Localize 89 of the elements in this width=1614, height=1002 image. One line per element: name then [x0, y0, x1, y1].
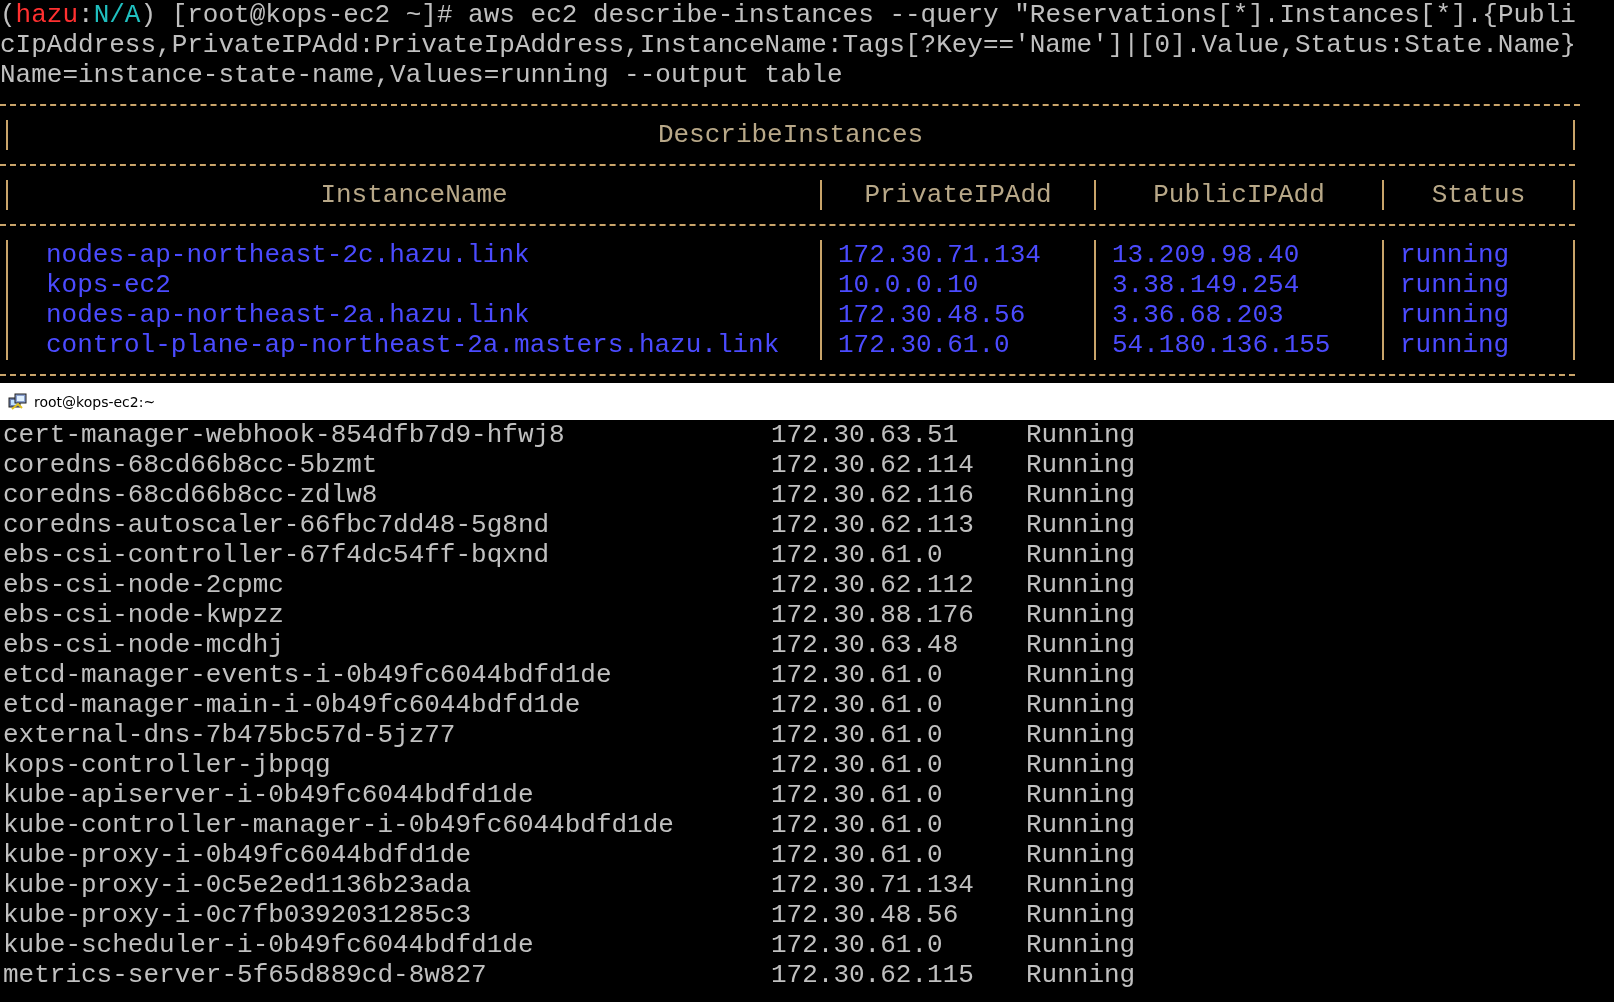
- pod-name: ebs-csi-node-2cpmc: [3, 570, 285, 600]
- pod-status: Running: [1026, 450, 1137, 480]
- window-title: root@kops-ec2:~: [34, 392, 156, 412]
- column-header: PublicIPAdd: [1153, 180, 1325, 210]
- pod-ip: 172.30.61.0: [771, 930, 944, 960]
- pod-name: kube-proxy-i-0c7fb0392031285c3: [3, 900, 473, 930]
- pod-name: coredns-68cd66b8cc-zdlw8: [3, 480, 379, 510]
- table-cell: running: [1400, 270, 1510, 300]
- table-cell: 13.209.98.40: [1112, 240, 1300, 270]
- pod-ip: 172.30.61.0: [771, 840, 944, 870]
- pod-name: coredns-68cd66b8cc-5bzmt: [3, 450, 379, 480]
- pod-ip: 172.30.61.0: [771, 720, 944, 750]
- pod-name: kube-controller-manager-i-0b49fc6044bdfd1de: [3, 810, 675, 840]
- table-cell: 172.30.48.56: [838, 300, 1026, 330]
- pod-name: ebs-csi-node-kwpzz: [3, 600, 285, 630]
- prompt-paren: ): [140, 0, 157, 30]
- pod-name: metrics-server-5f65d889cd-8w827: [3, 960, 488, 990]
- table-cell: nodes-ap-northeast-2c.hazu.link: [46, 240, 530, 270]
- table-cell: running: [1400, 300, 1510, 330]
- pod-ip: 172.30.61.0: [771, 690, 944, 720]
- pod-name: coredns-autoscaler-66fbc7dd48-5g8nd: [3, 510, 551, 540]
- column-header: InstanceName: [320, 180, 508, 210]
- pod-name: kube-proxy-i-0c5e2ed1136b23ada: [3, 870, 473, 900]
- pod-status: Running: [1026, 810, 1137, 840]
- column-header: Status: [1431, 180, 1526, 210]
- prompt-paren: (: [0, 0, 16, 30]
- pod-ip: 172.30.71.134: [771, 870, 975, 900]
- pod-name: cert-manager-webhook-854dfb7d9-hfwj8: [3, 420, 566, 450]
- table-cell: 3.36.68.203: [1112, 300, 1284, 330]
- pod-status: Running: [1026, 600, 1137, 630]
- prompt-separator: :: [78, 0, 94, 30]
- table-cell: 54.180.136.155: [1112, 330, 1331, 360]
- pod-status: Running: [1026, 720, 1137, 750]
- pod-name: kops-controller-jbpqg: [3, 750, 332, 780]
- pod-status: Running: [1026, 660, 1137, 690]
- pod-status: Running: [1026, 840, 1137, 870]
- pod-name: kube-scheduler-i-0b49fc6044bdfd1de: [3, 930, 535, 960]
- pod-ip: 172.30.61.0: [771, 750, 944, 780]
- pod-name: external-dns-7b475bc57d-5jz77: [3, 720, 457, 750]
- table-cell: nodes-ap-northeast-2a.hazu.link: [46, 300, 530, 330]
- pod-status: Running: [1026, 630, 1137, 660]
- table-cell: running: [1400, 330, 1510, 360]
- pod-name: kube-apiserver-i-0b49fc6044bdfd1de: [3, 780, 535, 810]
- table-cell: 3.38.149.254: [1112, 270, 1300, 300]
- command-text: aws ec2 describe-instances --query "Reservations[*].Instances[*].{Publi: [467, 0, 1576, 30]
- pod-status: Running: [1026, 780, 1137, 810]
- pod-ip: 172.30.48.56: [771, 900, 960, 930]
- pod-ip: 172.30.88.176: [771, 600, 975, 630]
- prompt-user: hazu: [15, 0, 79, 30]
- pod-status: Running: [1026, 750, 1137, 780]
- table-cell: running: [1400, 240, 1510, 270]
- pod-name: kube-proxy-i-0b49fc6044bdfd1de: [3, 840, 473, 870]
- pod-status: Running: [1026, 930, 1137, 960]
- table-cell: 172.30.71.134: [838, 240, 1041, 270]
- pod-status: Running: [1026, 510, 1137, 540]
- pod-ip: 172.30.62.115: [771, 960, 975, 990]
- pod-status: Running: [1026, 420, 1137, 450]
- command-text: cIpAddress,PrivateIPAdd:PrivateIpAddress,InstanceName:Tags[?Key=='Name']|[0].Value,Status:State.Name}: [0, 30, 1576, 60]
- pod-status: Running: [1026, 900, 1137, 930]
- pod-ip: 172.30.61.0: [771, 540, 944, 570]
- pod-name: ebs-csi-node-mcdhj: [3, 630, 285, 660]
- pod-ip: 172.30.61.0: [771, 810, 944, 840]
- pod-name: etcd-manager-events-i-0b49fc6044bdfd1de: [3, 660, 613, 690]
- pod-status: Running: [1026, 870, 1137, 900]
- pod-ip: 172.30.62.113: [771, 510, 975, 540]
- pod-ip: 172.30.62.114: [771, 450, 975, 480]
- pod-ip: 172.30.63.51: [771, 420, 960, 450]
- table-cell: kops-ec2: [46, 270, 171, 300]
- table-cell: 10.0.0.10: [838, 270, 979, 300]
- pod-name: etcd-manager-main-i-0b49fc6044bdfd1de: [3, 690, 582, 720]
- pod-status: Running: [1026, 570, 1137, 600]
- pod-ip: 172.30.61.0: [771, 780, 944, 810]
- column-header: PrivateIPAdd: [864, 180, 1052, 210]
- pod-status: Running: [1026, 960, 1137, 990]
- pod-ip: 172.30.61.0: [771, 660, 944, 690]
- prompt-context: N/A: [93, 0, 141, 30]
- prompt-path: [root@kops-ec2 ~]#: [170, 0, 453, 30]
- terminal-app-icon: [8, 391, 28, 412]
- pod-status: Running: [1026, 480, 1137, 510]
- table-cell: control-plane-ap-northeast-2a.masters.hazu.link: [46, 330, 780, 360]
- pod-ip: 172.30.62.112: [771, 570, 975, 600]
- pod-ip: 172.30.62.116: [771, 480, 975, 510]
- pod-ip: 172.30.63.48: [771, 630, 960, 660]
- pod-status: Running: [1026, 690, 1137, 720]
- pod-name: ebs-csi-controller-67f4dc54ff-bqxnd: [3, 540, 551, 570]
- table-title: DescribeInstances: [657, 120, 924, 150]
- pod-status: Running: [1026, 540, 1137, 570]
- command-text: Name=instance-state-name,Values=running --output table: [0, 60, 843, 90]
- table-cell: 172.30.61.0: [838, 330, 1010, 360]
